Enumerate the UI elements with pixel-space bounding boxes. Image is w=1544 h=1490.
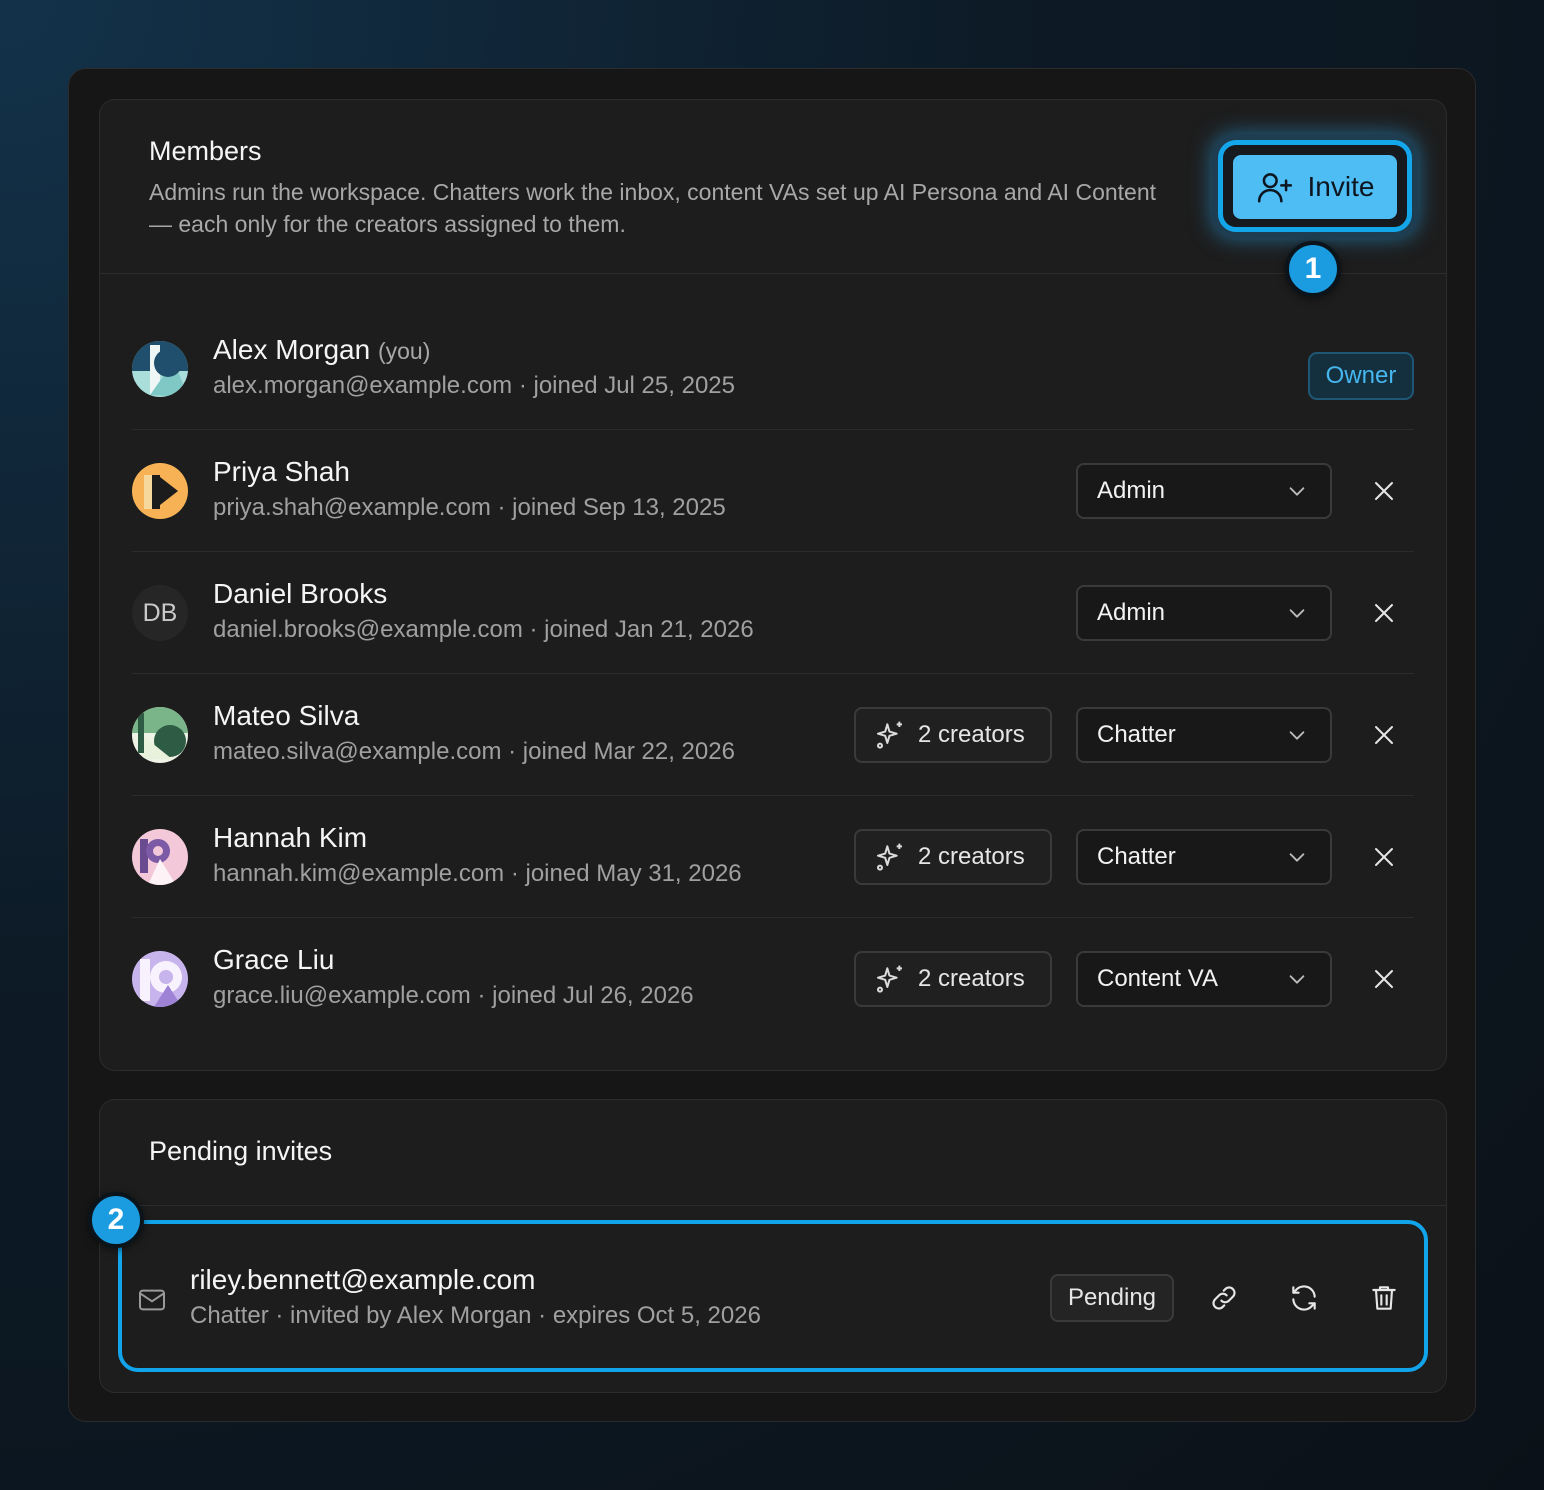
pending-invites-title: Pending invites — [149, 1136, 333, 1166]
avatar: DB — [132, 585, 188, 641]
creators-count: 2 creators — [918, 721, 1025, 748]
member-row: Priya Shah priya.shah@example.com · join… — [132, 430, 1414, 552]
avatar — [132, 707, 188, 763]
member-row: Mateo Silva mateo.silva@example.com · jo… — [132, 674, 1414, 796]
chevron-down-icon — [1289, 731, 1305, 740]
sparkles-icon — [877, 965, 902, 993]
remove-member-button[interactable] — [1364, 837, 1404, 877]
role-select[interactable]: Chatter — [1076, 707, 1332, 763]
remove-member-button[interactable] — [1364, 959, 1404, 999]
mail-icon — [139, 1289, 165, 1311]
remove-member-button[interactable] — [1364, 715, 1404, 755]
members-card: Members Admins run the workspace. Chatte… — [99, 99, 1447, 1071]
pending-header: Pending invites — [100, 1100, 1446, 1206]
member-name: Grace Liu — [213, 944, 335, 975]
member-name: Priya Shah — [213, 456, 350, 487]
invite-button[interactable]: Invite — [1233, 155, 1397, 219]
member-row: Alex Morgan (you) alex.morgan@example.co… — [132, 308, 1414, 430]
member-name: Mateo Silva — [213, 700, 360, 731]
member-meta: daniel.brooks@example.com · joined Jan 2… — [213, 616, 754, 643]
role-value: Chatter — [1097, 843, 1176, 870]
role-select[interactable]: Content VA — [1076, 951, 1332, 1007]
remove-member-button[interactable] — [1364, 593, 1404, 633]
members-description: Admins run the workspace. Chatters work … — [149, 179, 1157, 237]
members-header: Members Admins run the workspace. Chatte… — [100, 100, 1446, 297]
role-value: Chatter — [1097, 721, 1176, 748]
member-meta: hannah.kim@example.com · joined May 31, … — [213, 860, 742, 887]
remove-member-button[interactable] — [1364, 471, 1404, 511]
revoke-invite-button[interactable] — [1364, 1278, 1404, 1318]
member-meta: grace.liu@example.com · joined Jul 26, 2… — [213, 982, 694, 1009]
copy-link-button[interactable] — [1204, 1278, 1244, 1318]
member-name: Daniel Brooks — [213, 578, 388, 609]
avatar — [132, 463, 188, 519]
settings-panel: Members Admins run the workspace. Chatte… — [68, 68, 1476, 1422]
member-meta: mateo.silva@example.com · joined Mar 22,… — [213, 738, 735, 765]
pending-invite-row: riley.bennett@example.com Chatter · invi… — [118, 1220, 1428, 1372]
refresh-icon — [1292, 1285, 1316, 1311]
pending-invites-card: Pending invites riley.bennett@example.co… — [88, 1099, 1447, 1393]
member-meta: alex.morgan@example.com · joined Jul 25,… — [213, 372, 735, 399]
role-value: Admin — [1097, 477, 1166, 504]
sparkles-icon — [877, 721, 902, 749]
chevron-down-icon — [1289, 487, 1305, 496]
member-row: Grace Liu grace.liu@example.com · joined… — [132, 918, 1414, 1040]
close-icon — [1375, 482, 1393, 500]
trash-icon — [1372, 1286, 1396, 1310]
role-value: Admin — [1097, 599, 1166, 626]
annotation-badge-1: 1 — [1285, 241, 1341, 297]
invite-email: riley.bennett@example.com — [190, 1264, 536, 1295]
avatar — [132, 341, 188, 397]
role-value: Content VA — [1097, 965, 1218, 992]
close-icon — [1375, 848, 1393, 866]
chevron-down-icon — [1289, 609, 1305, 618]
member-row: DB Daniel Brooks daniel.brooks@example.c… — [132, 552, 1414, 674]
member-meta: priya.shah@example.com · joined Sep 13, … — [213, 494, 726, 521]
resend-invite-button[interactable] — [1284, 1278, 1324, 1318]
assigned-creators-button[interactable]: 2 creators — [854, 951, 1052, 1007]
close-icon — [1375, 604, 1393, 622]
member-name: Alex Morgan (you) — [213, 334, 431, 365]
link-icon — [1212, 1286, 1236, 1310]
invite-label: Invite — [1307, 171, 1375, 202]
avatar — [132, 951, 188, 1007]
role-select[interactable]: Chatter — [1076, 829, 1332, 885]
members-title: Members — [149, 136, 262, 166]
assigned-creators-button[interactable]: 2 creators — [854, 707, 1052, 763]
member-name: Hannah Kim — [213, 822, 368, 853]
role-select[interactable]: Admin — [1076, 585, 1332, 641]
close-icon — [1375, 970, 1393, 988]
assigned-creators-button[interactable]: 2 creators — [854, 829, 1052, 885]
chevron-down-icon — [1289, 975, 1305, 984]
sparkles-icon — [877, 843, 902, 871]
member-row: Hannah Kim hannah.kim@example.com · join… — [132, 796, 1414, 918]
role-select[interactable]: Admin — [1076, 463, 1332, 519]
user-plus-icon — [1257, 173, 1292, 203]
status-badge: Pending — [1050, 1274, 1174, 1322]
you-label: (you) — [377, 338, 431, 364]
invite-details: Chatter · invited by Alex Morgan · expir… — [190, 1302, 761, 1329]
avatar — [132, 829, 188, 885]
annotation-badge-2: 2 — [88, 1192, 144, 1248]
creators-count: 2 creators — [918, 843, 1025, 870]
chevron-down-icon — [1289, 853, 1305, 862]
close-icon — [1375, 726, 1393, 744]
creators-count: 2 creators — [918, 965, 1025, 992]
owner-badge: Owner — [1308, 352, 1414, 400]
